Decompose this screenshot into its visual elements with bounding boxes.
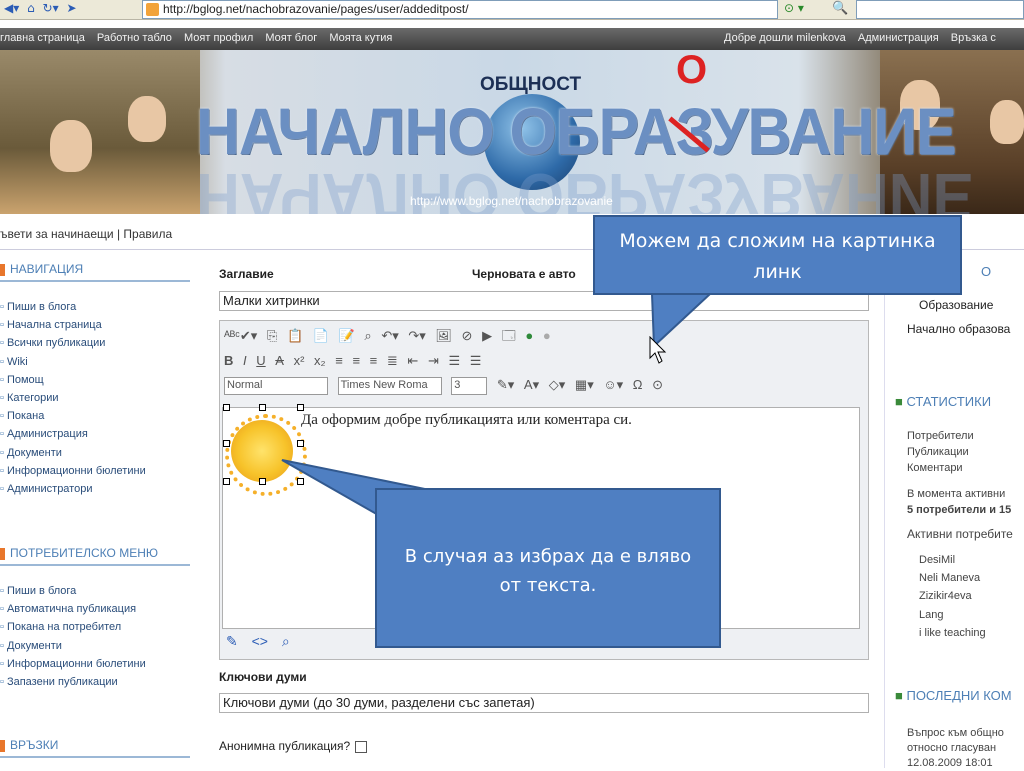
mouse-cursor-icon: [649, 336, 667, 364]
link-callout: Можем да сложим на картинка линк: [593, 215, 962, 295]
position-callout: В случая аз избрах да е вляво от текста.: [375, 488, 721, 648]
position-callout-text: В случая аз избрах да е вляво от текста.: [404, 546, 692, 596]
link-callout-text: Можем да сложим на картинка линк: [619, 230, 936, 283]
callout-pointers: [281, 293, 713, 518]
